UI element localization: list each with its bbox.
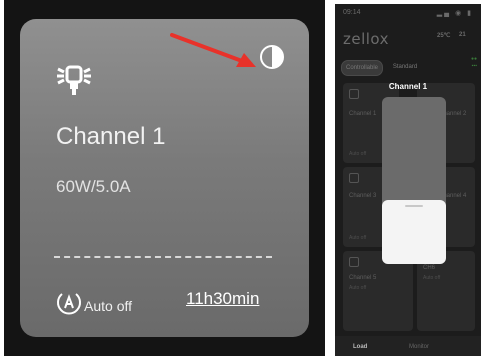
tab-controllable[interactable]: Controllable bbox=[341, 60, 383, 76]
auto-off-label: Auto off bbox=[84, 298, 133, 314]
timer-link[interactable]: 11h30min bbox=[186, 289, 259, 309]
red-arrow bbox=[170, 33, 256, 67]
overlay-title: Channel 1 bbox=[388, 82, 428, 91]
brightness-slider-handle[interactable] bbox=[382, 200, 446, 264]
mini-card-title: Channel 1 bbox=[349, 111, 377, 117]
bulb-icon bbox=[349, 257, 359, 267]
contrast-icon[interactable] bbox=[259, 44, 285, 70]
app-logo: zellox bbox=[343, 30, 390, 48]
status-icons: ▂▄ ◉ ▮ bbox=[436, 10, 473, 17]
status-time: 09:14 bbox=[343, 9, 361, 16]
tab-standard[interactable]: Standard bbox=[387, 60, 423, 74]
channel-card[interactable]: Channel 1 60W/5.0A Auto off 11h30min bbox=[20, 19, 309, 337]
status-bar: 09:14 ▂▄ ◉ ▮ bbox=[335, 4, 481, 22]
mini-card-sub: Auto off bbox=[423, 275, 441, 281]
left-panel: Channel 1 60W/5.0A Auto off 11h30min bbox=[4, 0, 325, 356]
mini-card-sub: Auto off bbox=[349, 235, 367, 241]
nav-monitor[interactable]: Monitor bbox=[409, 344, 429, 350]
bottom-nav: Load Monitor bbox=[335, 336, 481, 356]
divider bbox=[54, 256, 272, 258]
hint-text: ●● ▪▪▪ bbox=[470, 56, 477, 69]
power-rating: 60W/5.0A bbox=[56, 177, 131, 196]
mini-card-title: CH6 bbox=[423, 265, 436, 271]
mini-card-title: Channel 3 bbox=[349, 193, 377, 199]
slider-grip bbox=[405, 205, 423, 207]
stat-1: 25℃ bbox=[437, 33, 451, 39]
mini-card-sub: Auto off bbox=[349, 285, 367, 291]
nav-load[interactable]: Load bbox=[353, 344, 367, 350]
bulb-icon bbox=[349, 173, 359, 183]
auto-mode-icon bbox=[57, 293, 81, 315]
light-bulb-icon bbox=[57, 65, 91, 95]
bulb-icon bbox=[349, 89, 359, 99]
phone-screen: 09:14 ▂▄ ◉ ▮ zellox 25℃ 21 Controllable … bbox=[335, 4, 481, 356]
channel-title: Channel 1 bbox=[56, 123, 166, 150]
mini-card-sub: Auto off bbox=[349, 151, 367, 157]
stat-2: 21 bbox=[459, 32, 466, 38]
mini-card-title: Channel 5 bbox=[349, 275, 377, 281]
